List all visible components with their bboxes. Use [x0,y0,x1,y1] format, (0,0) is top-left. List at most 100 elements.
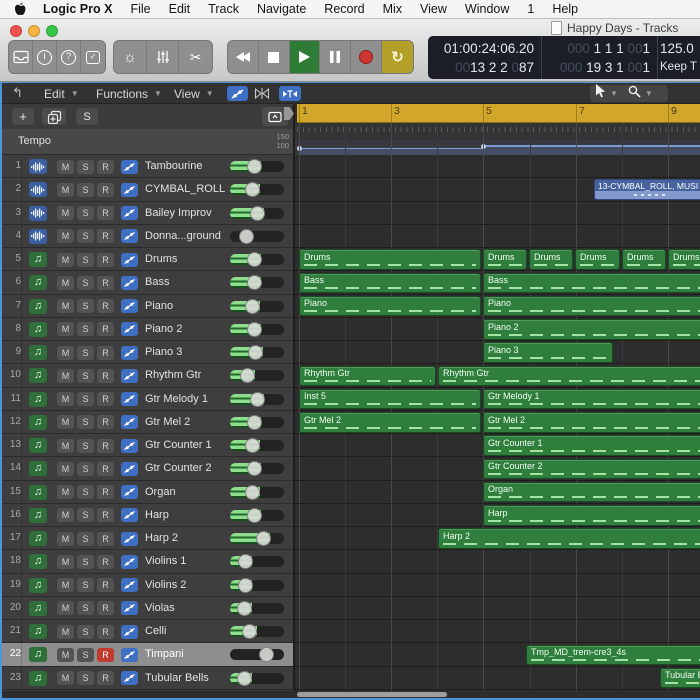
record-enable-button[interactable]: R [97,578,114,593]
mute-button[interactable]: M [57,415,74,430]
track-header-row[interactable]: 6 ♫ M S R Bass [2,271,293,295]
region-rhythm-gtr[interactable]: Rhythm Gtr [299,365,436,387]
mute-button[interactable]: M [57,508,74,523]
track-automation-icon[interactable] [121,345,138,360]
lcd-display[interactable]: 01:00:24:06.20 00 13 2 2 0 87 000 1 1 1 00 1 0… [428,36,700,79]
record-enable-button[interactable]: R [97,229,114,244]
mute-button[interactable]: M [57,438,74,453]
mute-button[interactable]: M [57,554,74,569]
region-drums[interactable]: Drums [622,249,666,270]
track-header-row[interactable]: 16 ♫ M S R Harp [2,503,293,528]
track-automation-icon[interactable] [121,392,138,407]
info-button[interactable]: i [33,41,57,73]
track-automation-icon[interactable] [121,671,138,686]
volume-fader[interactable] [230,368,284,384]
volume-fader[interactable] [230,554,284,570]
menu-help[interactable]: Help [543,2,587,16]
solo-button[interactable]: S [77,275,94,290]
solo-button[interactable]: S [77,554,94,569]
region-bass[interactable]: Bass [483,272,700,293]
mute-button[interactable]: M [57,647,74,662]
minimize-window-button[interactable] [28,25,40,37]
tempo-track-header[interactable]: Tempo 150 100 [2,129,293,155]
record-enable-button[interactable]: R [97,206,114,221]
track-automation-icon[interactable] [121,461,138,476]
fader-knob[interactable] [237,554,253,570]
volume-fader[interactable] [230,205,284,221]
track-name[interactable]: Violins 2 [145,574,186,596]
track-name[interactable]: Gtr Counter 2 [145,457,212,479]
region-tmp-md-trem-cre3-4s[interactable]: Tmp_MD_trem-cre3_4s [526,644,700,666]
volume-fader[interactable] [230,647,284,663]
region-gtr-counter-1[interactable]: Gtr Counter 1 [483,435,700,456]
track-name[interactable]: Violas [145,597,175,619]
horizontal-scrollbar[interactable] [297,692,447,697]
solo-button[interactable]: S [77,531,94,546]
fader-knob[interactable] [246,461,262,477]
record-enable-button[interactable]: R [97,554,114,569]
bar-ruler[interactable]: 1 3 5 7 9 [295,104,700,123]
track-header-row[interactable]: 5 ♫ M S R Drums [2,248,293,272]
volume-fader[interactable] [230,391,284,407]
track-name[interactable]: Bass [145,271,169,293]
track-header-row[interactable]: 9 ♫ M S R Piano 3 [2,341,293,365]
scissors-button[interactable]: ✂ [179,41,212,73]
region-gtr-counter-2[interactable]: Gtr Counter 2 [483,458,700,480]
region-drums[interactable]: Drums [529,249,573,270]
menu-view[interactable]: View [411,2,456,16]
fader-knob[interactable] [238,228,254,244]
track-header-row[interactable]: 2 M S R CYMBAL_ROLL [2,178,293,202]
record-enable-button[interactable]: R [97,368,114,383]
track-header-row[interactable]: 19 ♫ M S R Violins 2 [2,573,293,597]
volume-fader[interactable] [230,600,284,616]
track-name[interactable]: Drums [145,248,177,270]
solo-button[interactable]: S [77,322,94,337]
functions-menu[interactable]: Functions ▼ [96,83,162,104]
mute-button[interactable]: M [57,601,74,616]
track-name[interactable]: Tambourine [145,155,202,177]
track-automation-icon[interactable] [121,275,138,290]
mute-button[interactable]: M [57,229,74,244]
record-enable-button[interactable]: R [97,252,114,267]
track-header-row[interactable]: 10 ♫ M S R Rhythm Gtr [2,364,293,388]
solo-button[interactable]: S [77,415,94,430]
play-button[interactable] [289,41,321,73]
record-enable-button[interactable]: R [97,322,114,337]
mute-button[interactable]: M [57,368,74,383]
solo-button[interactable]: S [77,345,94,360]
track-automation-icon[interactable] [121,601,138,616]
region-13-cymbal-roll-musi[interactable]: 13-CYMBAL_ROLL, MUSI [594,179,700,200]
region-harp[interactable]: Harp [483,505,700,526]
region-tubular-bells[interactable]: Tubular Bells [660,667,700,689]
region-gtr-mel-2[interactable]: Gtr Mel 2 [483,412,700,433]
track-name[interactable]: Piano 3 [145,341,182,363]
checklist-button[interactable]: ✓ [81,41,105,73]
track-automation-icon[interactable] [121,368,138,383]
mute-button[interactable]: M [57,461,74,476]
fader-knob[interactable] [240,368,256,384]
track-automation-icon[interactable] [121,578,138,593]
lcd-tempo[interactable]: 125.0 Keep T [658,36,700,79]
track-automation-icon[interactable] [121,229,138,244]
add-track-button[interactable]: + [12,108,34,125]
close-window-button[interactable] [10,25,22,37]
solo-button[interactable]: S [77,159,94,174]
fader-knob[interactable] [246,507,262,523]
solo-button[interactable]: S [77,252,94,267]
volume-fader[interactable] [230,252,284,268]
track-name[interactable]: Violins 1 [145,550,186,572]
volume-fader[interactable] [230,298,284,314]
menu-edit[interactable]: Edit [160,2,200,16]
fader-knob[interactable] [259,647,275,663]
lcd-smpte-position[interactable]: 01:00:24:06.20 00 13 2 2 0 87 [428,36,542,79]
track-automation-icon[interactable] [121,554,138,569]
track-name[interactable]: Gtr Mel 2 [145,411,190,433]
solo-button[interactable]: S [77,601,94,616]
help-button[interactable]: ? [57,41,81,73]
media-browser-button[interactable] [9,41,33,73]
volume-fader[interactable] [230,577,284,593]
edit-menu[interactable]: Edit ▼ [44,83,79,104]
region-harp-2[interactable]: Harp 2 [438,528,700,549]
region-drums[interactable]: Drums [668,249,700,270]
record-enable-button[interactable]: R [97,415,114,430]
